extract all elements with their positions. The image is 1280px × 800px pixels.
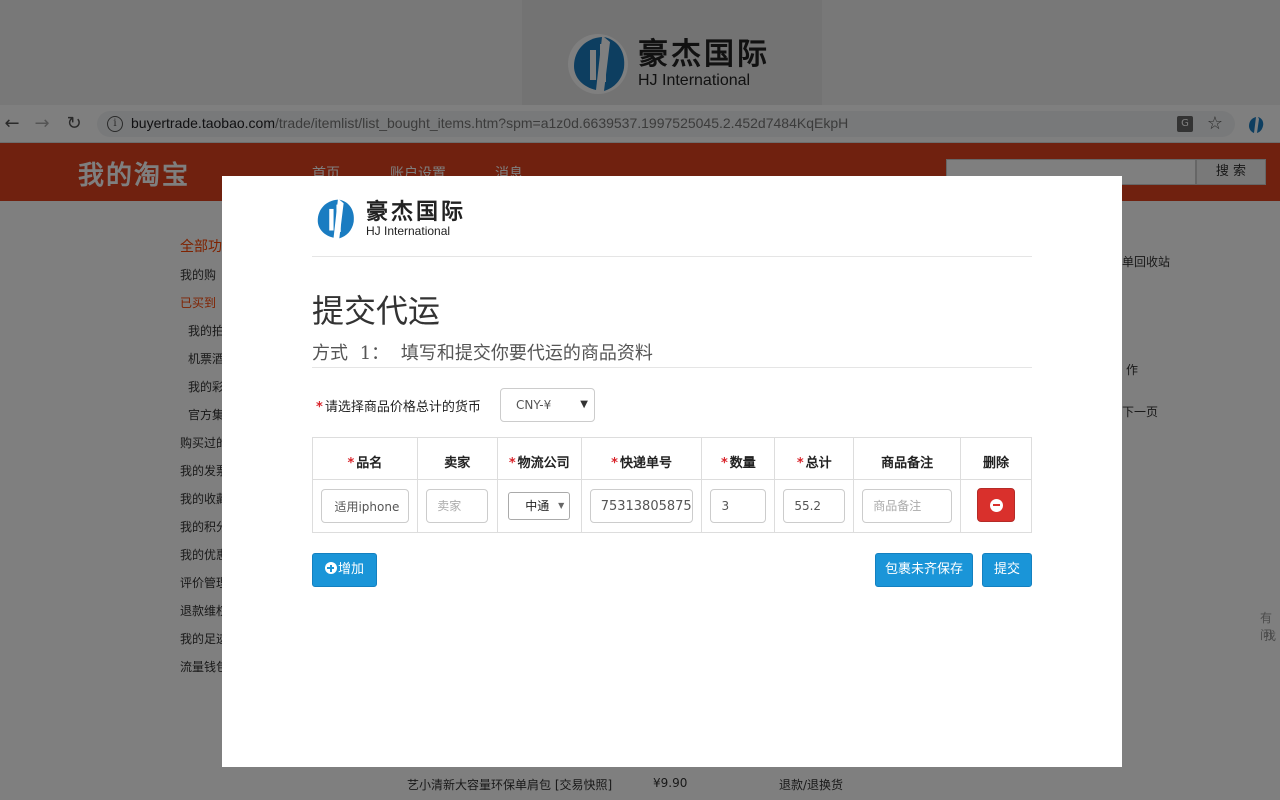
save-incomplete-button[interactable]: 包裹未齐保存 (875, 553, 973, 587)
submit-button[interactable]: 提交 (982, 553, 1032, 587)
subtitle-divider (312, 367, 1032, 368)
submit-shipping-dialog: 豪杰国际 HJ International 提交代运 方式 1： 填写和提交你要… (222, 176, 1122, 767)
delete-row-button[interactable] (977, 487, 1015, 522)
table-header-row: * 品名 卖家 * 物流公司 * 快递单号 * 数量 * 总计 商品备注 删除 (312, 437, 1032, 480)
hj-logo-icon (312, 196, 358, 242)
col-header-seller: 卖家 (416, 437, 498, 480)
plus-circle-icon (324, 562, 337, 574)
logistics-value: 中通 (525, 499, 550, 513)
chevron-down-icon: ▼ (558, 501, 565, 510)
dialog-logo: 豪杰国际 HJ International (312, 196, 466, 242)
currency-select[interactable]: CNY-¥ ▼ (500, 388, 595, 422)
col-header-logistics: * 物流公司 (496, 437, 582, 480)
dialog-subtitle: 方式 1： 填写和提交你要代运的商品资料 (312, 343, 653, 364)
col-header-tracking: * 快递单号 (580, 437, 703, 480)
dialog-logo-en: HJ International (366, 224, 451, 238)
total-input[interactable] (783, 489, 846, 523)
col-header-total: * 总计 (774, 437, 855, 480)
col-header-name: * 品名 (312, 437, 418, 480)
table-row: 中通 ▼ (312, 479, 1032, 533)
quantity-input[interactable] (710, 489, 767, 523)
dialog-logo-cn: 豪杰国际 (366, 199, 467, 225)
col-header-qty: * 数量 (701, 437, 776, 480)
currency-label: * 请选择商品价格总计的货币 (316, 400, 481, 415)
header-divider (312, 256, 1032, 257)
dialog-title: 提交代运 (312, 292, 441, 330)
minus-circle-icon (990, 498, 1003, 512)
item-name-input[interactable] (321, 489, 409, 523)
col-header-note: 商品备注 (853, 437, 962, 480)
seller-input[interactable] (426, 489, 489, 523)
add-row-button[interactable]: 增加 (312, 553, 377, 587)
currency-value: CNY-¥ (516, 398, 552, 412)
col-header-delete: 删除 (960, 437, 1032, 480)
logistics-select[interactable]: 中通 ▼ (508, 492, 571, 520)
tracking-number-input[interactable] (589, 489, 694, 523)
chevron-down-icon: ▼ (580, 399, 588, 410)
items-table: *品名 卖家 *物流公司 *快递单号 *数量 *总计 商品备注 删除 中通 ▼ (312, 437, 1032, 533)
note-input[interactable] (862, 489, 953, 523)
